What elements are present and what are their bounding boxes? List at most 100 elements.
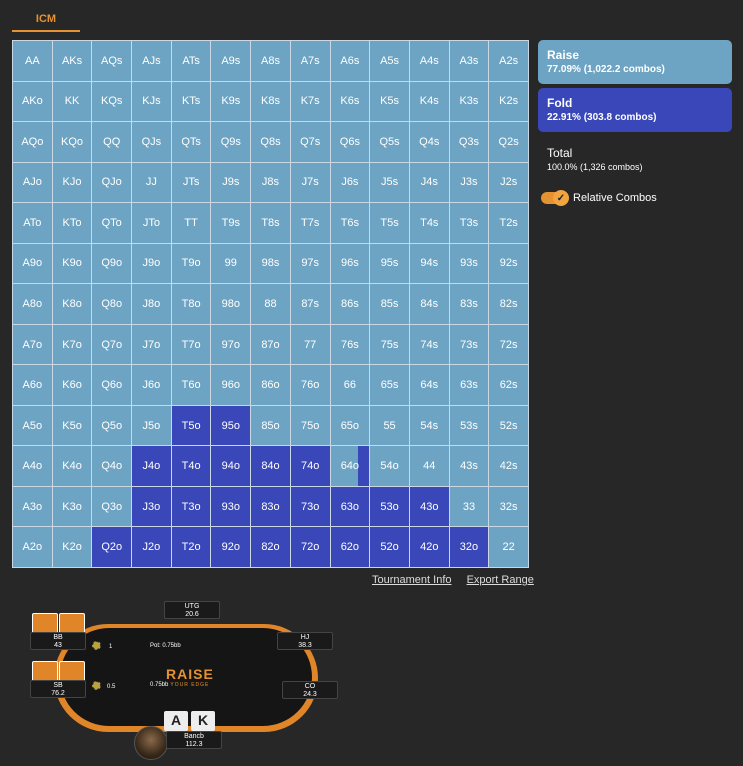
hand-cell[interactable]: A8o <box>13 284 52 324</box>
hand-cell[interactable]: 83s <box>449 284 489 324</box>
hand-cell[interactable]: Q6s <box>330 122 370 162</box>
hand-cell[interactable]: 95s <box>370 243 409 284</box>
hand-cell[interactable]: 84s <box>409 284 449 324</box>
hand-cell[interactable]: J5s <box>370 162 409 203</box>
hand-cell[interactable]: J2s <box>489 162 528 203</box>
hand-cell[interactable]: 93o <box>211 486 251 527</box>
hand-cell[interactable]: AQs <box>92 41 132 81</box>
hand-cell[interactable]: 54o <box>370 446 409 486</box>
hand-cell[interactable]: 74o <box>290 446 330 486</box>
hand-cell[interactable]: A2o <box>13 527 52 567</box>
hand-cell[interactable]: J8s <box>251 162 290 203</box>
hand-cell[interactable]: T4o <box>171 446 211 486</box>
hand-cell[interactable]: K2s <box>489 81 528 122</box>
hand-cell[interactable]: J7o <box>132 324 171 365</box>
hand-cell[interactable]: K8s <box>251 81 290 122</box>
hand-cell[interactable]: 75o <box>290 405 330 446</box>
hand-cell[interactable]: Q9o <box>92 243 132 284</box>
hand-cell[interactable]: 53o <box>370 486 409 527</box>
hand-cell[interactable]: 42o <box>409 527 449 567</box>
hand-cell[interactable]: T2o <box>171 527 211 567</box>
hand-cell[interactable]: 96o <box>211 365 251 405</box>
hand-cell[interactable]: Q2s <box>489 122 528 162</box>
hand-cell[interactable]: Q4s <box>409 122 449 162</box>
hand-cell[interactable]: 55 <box>370 405 409 446</box>
hand-cell[interactable]: 33 <box>449 486 489 527</box>
seat-sb[interactable]: SB 76.2 <box>30 680 86 698</box>
hand-cell[interactable]: K9o <box>52 243 92 284</box>
hand-cell[interactable]: T5o <box>171 405 211 446</box>
hand-cell[interactable]: AJs <box>132 41 171 81</box>
hand-cell[interactable]: 73o <box>290 486 330 527</box>
hand-cell[interactable]: QTo <box>92 203 132 243</box>
hand-cell[interactable]: A7o <box>13 324 52 365</box>
hand-cell[interactable]: 63s <box>449 365 489 405</box>
hand-cell[interactable]: AA <box>13 41 52 81</box>
hand-cell[interactable]: QJs <box>132 122 171 162</box>
hand-cell[interactable]: AQo <box>13 122 52 162</box>
hand-cell[interactable]: A5s <box>370 41 409 81</box>
hand-cell[interactable]: A4o <box>13 446 52 486</box>
hand-cell[interactable]: KTs <box>171 81 211 122</box>
hand-cell[interactable]: T7s <box>290 203 330 243</box>
hand-cell[interactable]: T9s <box>211 203 251 243</box>
hand-cell[interactable]: K7s <box>290 81 330 122</box>
hand-cell[interactable]: A8s <box>251 41 290 81</box>
hand-cell[interactable]: 92o <box>211 527 251 567</box>
hand-cell[interactable]: Q3o <box>92 486 132 527</box>
seat-hj[interactable]: HJ 38.3 <box>277 632 333 650</box>
hand-cell[interactable]: Q8o <box>92 284 132 324</box>
hand-cell[interactable]: JJ <box>132 162 171 203</box>
hand-cell[interactable]: 83o <box>251 486 290 527</box>
hand-cell[interactable]: 54s <box>409 405 449 446</box>
hand-cell[interactable]: 77 <box>290 324 330 365</box>
hand-cell[interactable]: 98o <box>211 284 251 324</box>
hand-cell[interactable]: K3s <box>449 81 489 122</box>
hand-cell[interactable]: Q9s <box>211 122 251 162</box>
hand-cell[interactable]: 52s <box>489 405 528 446</box>
hand-cell[interactable]: 62o <box>330 527 370 567</box>
hand-cell[interactable]: 97s <box>290 243 330 284</box>
relative-combos-toggle[interactable]: ✓ Relative Combos <box>541 190 657 206</box>
hand-cell[interactable]: K5o <box>52 405 92 446</box>
hand-cell[interactable]: 85o <box>251 405 290 446</box>
hand-cell[interactable]: ATo <box>13 203 52 243</box>
hand-cell[interactable]: AJo <box>13 162 52 203</box>
hand-cell[interactable]: 72s <box>489 324 528 365</box>
hand-cell[interactable]: T8s <box>251 203 290 243</box>
hand-cell[interactable]: 94o <box>211 446 251 486</box>
hand-cell[interactable]: J4o <box>132 446 171 486</box>
hand-cell[interactable]: A6s <box>330 41 370 81</box>
hand-cell[interactable]: 88 <box>251 284 290 324</box>
hand-cell[interactable]: T9o <box>171 243 211 284</box>
hand-cell[interactable]: AKs <box>52 41 92 81</box>
hand-cell[interactable]: AKo <box>13 81 52 122</box>
hand-cell[interactable]: KK <box>52 81 92 122</box>
hand-cell[interactable]: K2o <box>52 527 92 567</box>
hand-cell[interactable]: 84o <box>251 446 290 486</box>
hand-cell[interactable]: J2o <box>132 527 171 567</box>
hand-cell[interactable]: 42s <box>489 446 528 486</box>
seat-bb[interactable]: BB 43 <box>30 632 86 650</box>
hand-cell[interactable]: Q7o <box>92 324 132 365</box>
hand-cell[interactable]: QTs <box>171 122 211 162</box>
hand-cell[interactable]: 87o <box>251 324 290 365</box>
hand-cell[interactable]: K4s <box>409 81 449 122</box>
hand-cell[interactable]: J6o <box>132 365 171 405</box>
hand-cell[interactable]: 97o <box>211 324 251 365</box>
hand-cell[interactable]: 73s <box>449 324 489 365</box>
fold-summary[interactable]: Fold 22.91% (303.8 combos) <box>538 88 732 132</box>
hand-cell[interactable]: JTs <box>171 162 211 203</box>
hand-cell[interactable]: 63o <box>330 486 370 527</box>
hand-cell[interactable]: 43o <box>409 486 449 527</box>
hand-cell[interactable]: K9s <box>211 81 251 122</box>
hand-cell[interactable]: JTo <box>132 203 171 243</box>
hand-cell[interactable]: A7s <box>290 41 330 81</box>
hand-cell[interactable]: T6o <box>171 365 211 405</box>
hand-cell[interactable]: 99 <box>211 243 251 284</box>
seat-utg[interactable]: UTG 20.6 <box>164 601 220 619</box>
hand-cell[interactable]: 66 <box>330 365 370 405</box>
hand-cell[interactable]: Q5s <box>370 122 409 162</box>
hand-cell[interactable]: 76s <box>330 324 370 365</box>
hand-cell[interactable]: A4s <box>409 41 449 81</box>
